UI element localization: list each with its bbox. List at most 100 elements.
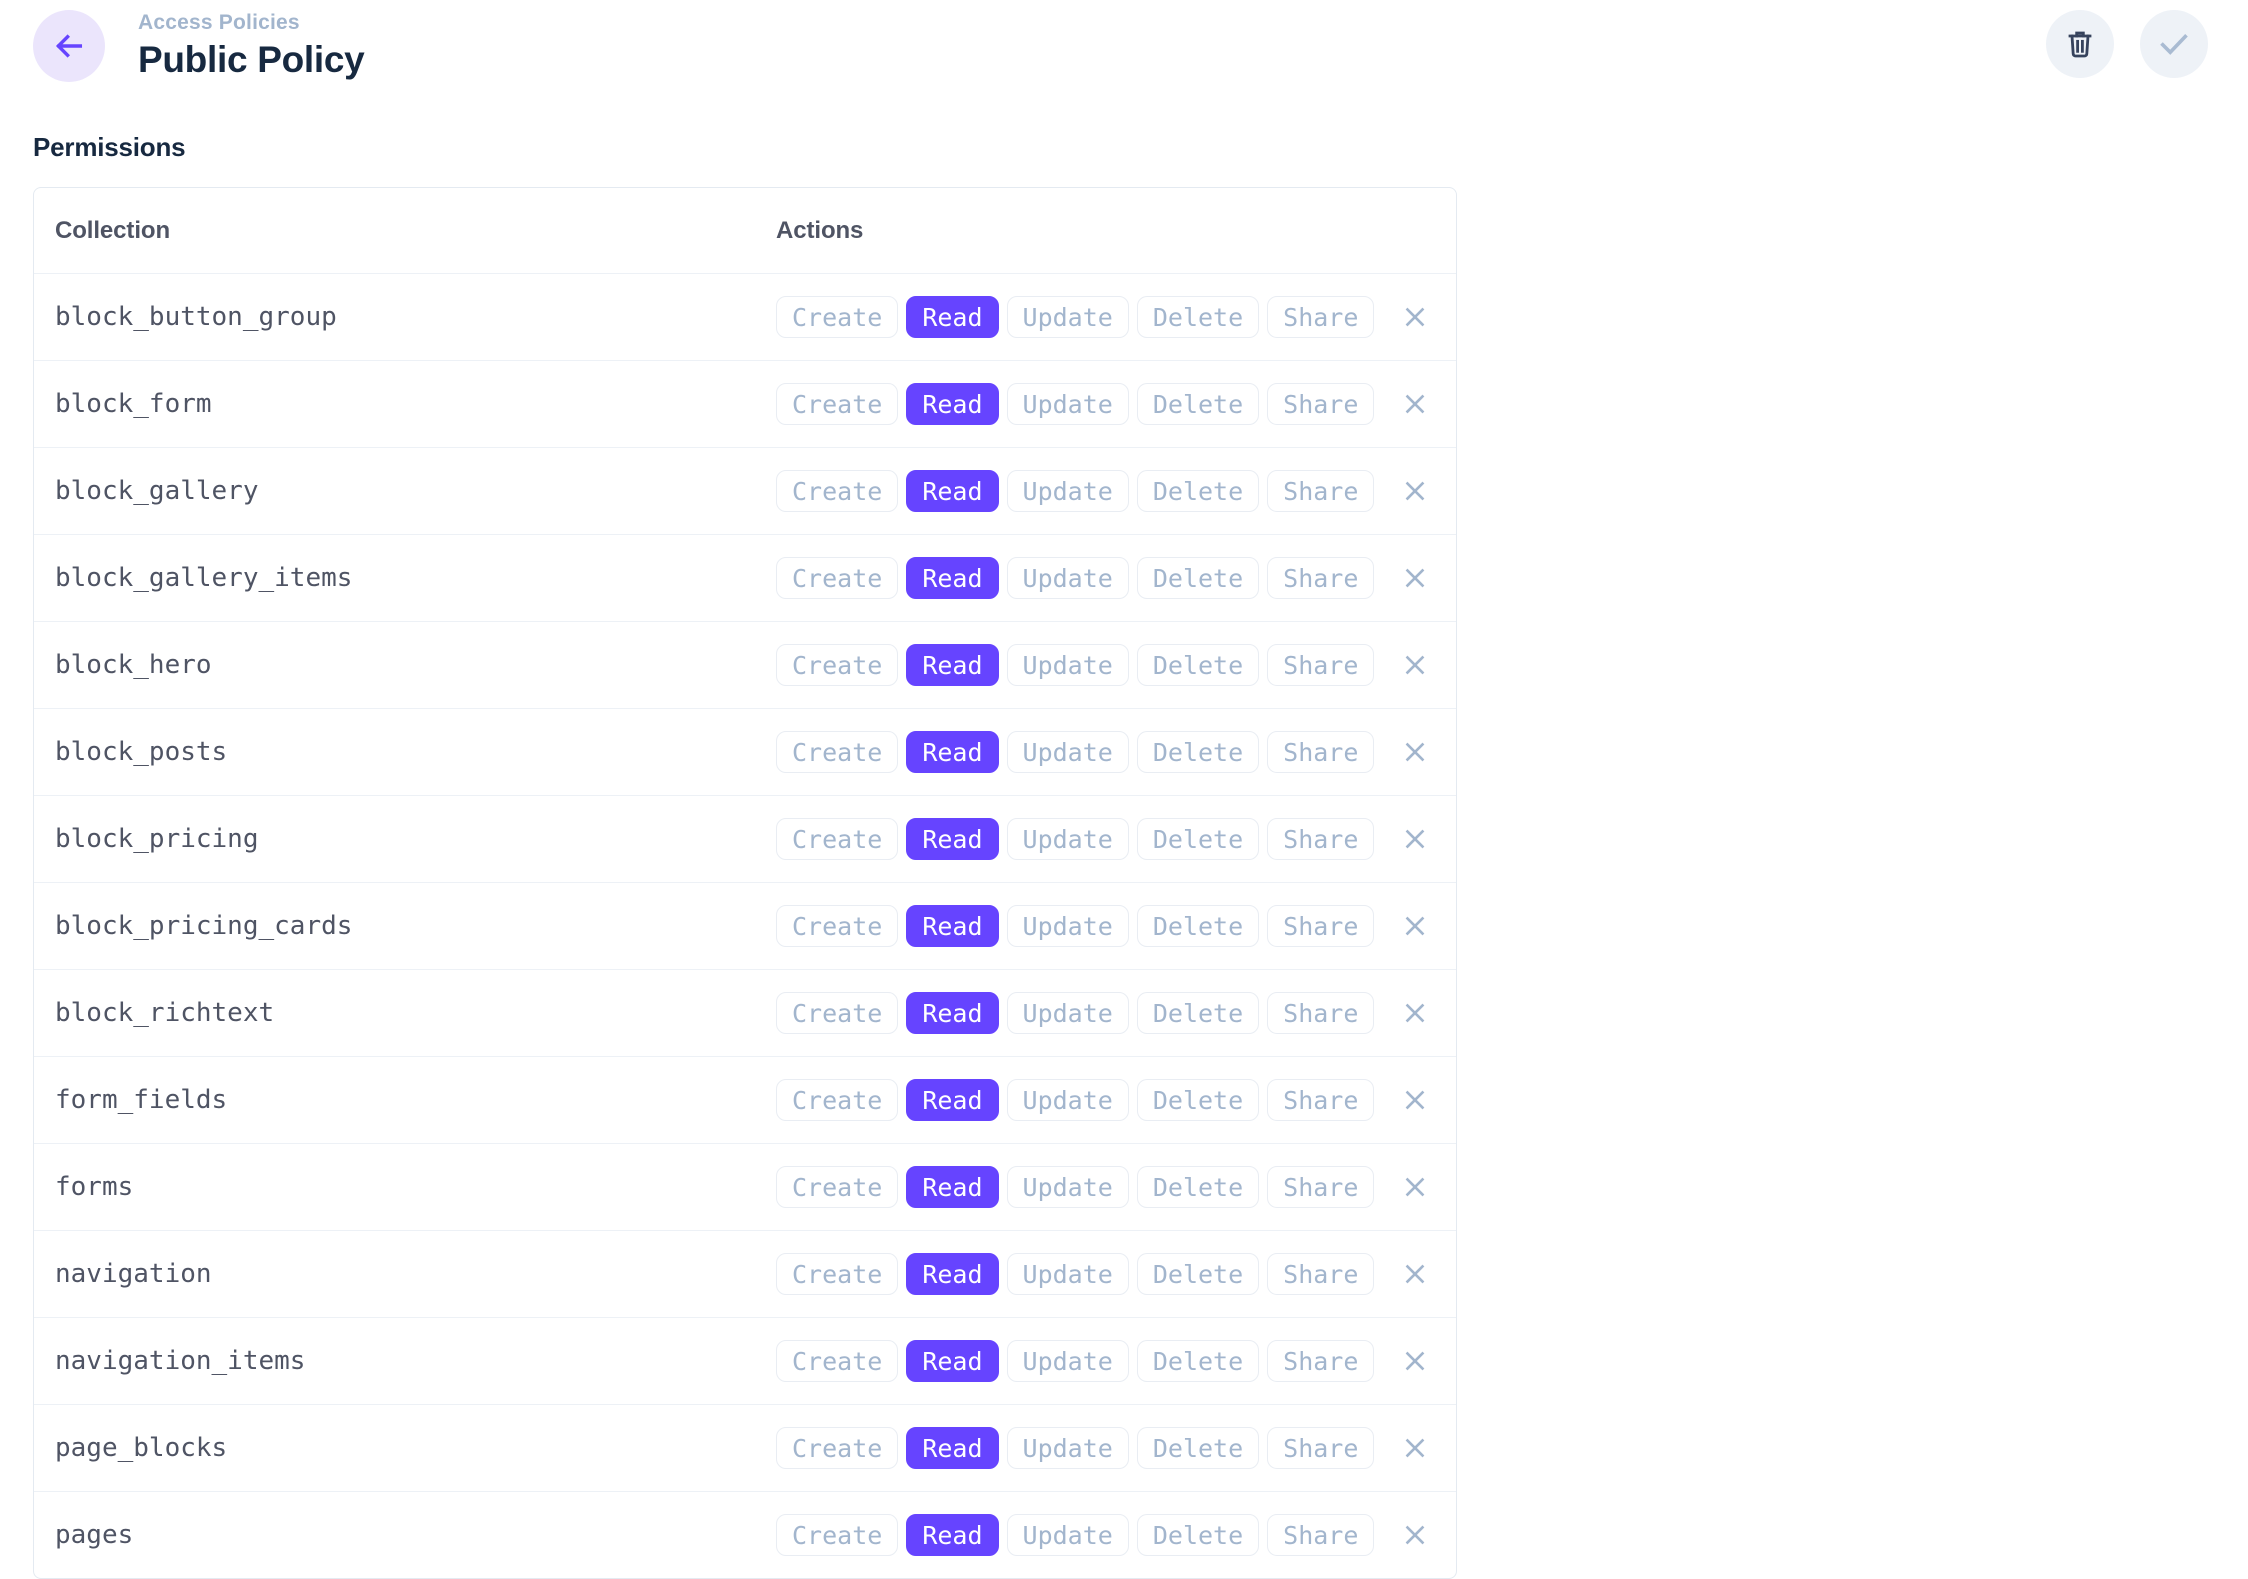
- action-share-button[interactable]: Share: [1267, 1340, 1374, 1382]
- remove-permission-button[interactable]: [1398, 387, 1432, 421]
- action-delete-button[interactable]: Delete: [1137, 818, 1259, 860]
- action-share-button[interactable]: Share: [1267, 731, 1374, 773]
- action-create-button[interactable]: Create: [776, 470, 898, 512]
- action-share-button[interactable]: Share: [1267, 1427, 1374, 1469]
- remove-permission-button[interactable]: [1398, 1518, 1432, 1552]
- close-icon: [1400, 1346, 1430, 1376]
- action-share-button[interactable]: Share: [1267, 1514, 1374, 1556]
- action-share-button[interactable]: Share: [1267, 296, 1374, 338]
- remove-permission-button[interactable]: [1398, 1083, 1432, 1117]
- action-delete-button[interactable]: Delete: [1137, 1079, 1259, 1121]
- remove-permission-button[interactable]: [1398, 561, 1432, 595]
- remove-permission-button[interactable]: [1398, 1344, 1432, 1378]
- action-create-button[interactable]: Create: [776, 1166, 898, 1208]
- action-update-button[interactable]: Update: [1007, 1514, 1129, 1556]
- action-create-button[interactable]: Create: [776, 1514, 898, 1556]
- action-share-button[interactable]: Share: [1267, 992, 1374, 1034]
- action-read-button[interactable]: Read: [906, 296, 998, 338]
- action-read-button[interactable]: Read: [906, 731, 998, 773]
- action-create-button[interactable]: Create: [776, 1079, 898, 1121]
- action-delete-button[interactable]: Delete: [1137, 1166, 1259, 1208]
- remove-permission-button[interactable]: [1398, 822, 1432, 856]
- action-delete-button[interactable]: Delete: [1137, 470, 1259, 512]
- back-button[interactable]: [33, 10, 105, 82]
- action-share-button[interactable]: Share: [1267, 383, 1374, 425]
- action-read-button[interactable]: Read: [906, 1340, 998, 1382]
- action-delete-button[interactable]: Delete: [1137, 731, 1259, 773]
- action-read-button[interactable]: Read: [906, 644, 998, 686]
- action-create-button[interactable]: Create: [776, 818, 898, 860]
- action-read-button[interactable]: Read: [906, 1253, 998, 1295]
- action-delete-button[interactable]: Delete: [1137, 296, 1259, 338]
- action-create-button[interactable]: Create: [776, 383, 898, 425]
- action-delete-button[interactable]: Delete: [1137, 644, 1259, 686]
- action-update-button[interactable]: Update: [1007, 557, 1129, 599]
- remove-permission-button[interactable]: [1398, 1257, 1432, 1291]
- remove-permission-button[interactable]: [1398, 648, 1432, 682]
- save-policy-button[interactable]: [2140, 10, 2208, 78]
- action-create-button[interactable]: Create: [776, 644, 898, 686]
- action-create-button[interactable]: Create: [776, 905, 898, 947]
- remove-permission-button[interactable]: [1398, 996, 1432, 1030]
- action-create-button[interactable]: Create: [776, 1340, 898, 1382]
- action-create-button[interactable]: Create: [776, 731, 898, 773]
- collection-name: navigation_items: [55, 1346, 305, 1376]
- action-update-button[interactable]: Update: [1007, 1253, 1129, 1295]
- action-create-button[interactable]: Create: [776, 1427, 898, 1469]
- action-update-button[interactable]: Update: [1007, 1427, 1129, 1469]
- action-delete-button[interactable]: Delete: [1137, 1427, 1259, 1469]
- action-create-button[interactable]: Create: [776, 557, 898, 599]
- action-delete-button[interactable]: Delete: [1137, 1340, 1259, 1382]
- action-update-button[interactable]: Update: [1007, 470, 1129, 512]
- action-update-button[interactable]: Update: [1007, 644, 1129, 686]
- remove-permission-button[interactable]: [1398, 300, 1432, 334]
- action-read-button[interactable]: Read: [906, 818, 998, 860]
- action-create-button[interactable]: Create: [776, 1253, 898, 1295]
- remove-permission-button[interactable]: [1398, 474, 1432, 508]
- action-delete-button[interactable]: Delete: [1137, 905, 1259, 947]
- action-share-button[interactable]: Share: [1267, 905, 1374, 947]
- collection-name: pages: [55, 1520, 133, 1550]
- action-update-button[interactable]: Update: [1007, 296, 1129, 338]
- action-share-button[interactable]: Share: [1267, 470, 1374, 512]
- action-read-button[interactable]: Read: [906, 557, 998, 599]
- action-share-button[interactable]: Share: [1267, 1253, 1374, 1295]
- remove-permission-button[interactable]: [1398, 735, 1432, 769]
- action-share-button[interactable]: Share: [1267, 1166, 1374, 1208]
- action-update-button[interactable]: Update: [1007, 1079, 1129, 1121]
- action-update-button[interactable]: Update: [1007, 1166, 1129, 1208]
- action-read-button[interactable]: Read: [906, 992, 998, 1034]
- remove-permission-button[interactable]: [1398, 1431, 1432, 1465]
- action-read-button[interactable]: Read: [906, 1427, 998, 1469]
- action-delete-button[interactable]: Delete: [1137, 1253, 1259, 1295]
- row-actions: CreateReadUpdateDeleteShare: [776, 296, 1374, 338]
- action-delete-button[interactable]: Delete: [1137, 383, 1259, 425]
- action-delete-button[interactable]: Delete: [1137, 1514, 1259, 1556]
- action-share-button[interactable]: Share: [1267, 644, 1374, 686]
- action-update-button[interactable]: Update: [1007, 992, 1129, 1034]
- action-share-button[interactable]: Share: [1267, 818, 1374, 860]
- action-delete-button[interactable]: Delete: [1137, 557, 1259, 599]
- action-create-button[interactable]: Create: [776, 992, 898, 1034]
- action-read-button[interactable]: Read: [906, 470, 998, 512]
- action-share-button[interactable]: Share: [1267, 1079, 1374, 1121]
- action-update-button[interactable]: Update: [1007, 1340, 1129, 1382]
- action-create-button[interactable]: Create: [776, 296, 898, 338]
- action-update-button[interactable]: Update: [1007, 905, 1129, 947]
- remove-permission-button[interactable]: [1398, 1170, 1432, 1204]
- permission-row: block_gallery CreateReadUpdateDeleteShar…: [34, 447, 1456, 534]
- action-read-button[interactable]: Read: [906, 383, 998, 425]
- action-delete-button[interactable]: Delete: [1137, 992, 1259, 1034]
- action-update-button[interactable]: Update: [1007, 383, 1129, 425]
- action-read-button[interactable]: Read: [906, 1166, 998, 1208]
- row-actions: CreateReadUpdateDeleteShare: [776, 818, 1374, 860]
- breadcrumb[interactable]: Access Policies: [138, 10, 364, 36]
- action-update-button[interactable]: Update: [1007, 818, 1129, 860]
- action-update-button[interactable]: Update: [1007, 731, 1129, 773]
- action-read-button[interactable]: Read: [906, 1079, 998, 1121]
- action-read-button[interactable]: Read: [906, 905, 998, 947]
- delete-policy-button[interactable]: [2046, 10, 2114, 78]
- remove-permission-button[interactable]: [1398, 909, 1432, 943]
- action-share-button[interactable]: Share: [1267, 557, 1374, 599]
- action-read-button[interactable]: Read: [906, 1514, 998, 1556]
